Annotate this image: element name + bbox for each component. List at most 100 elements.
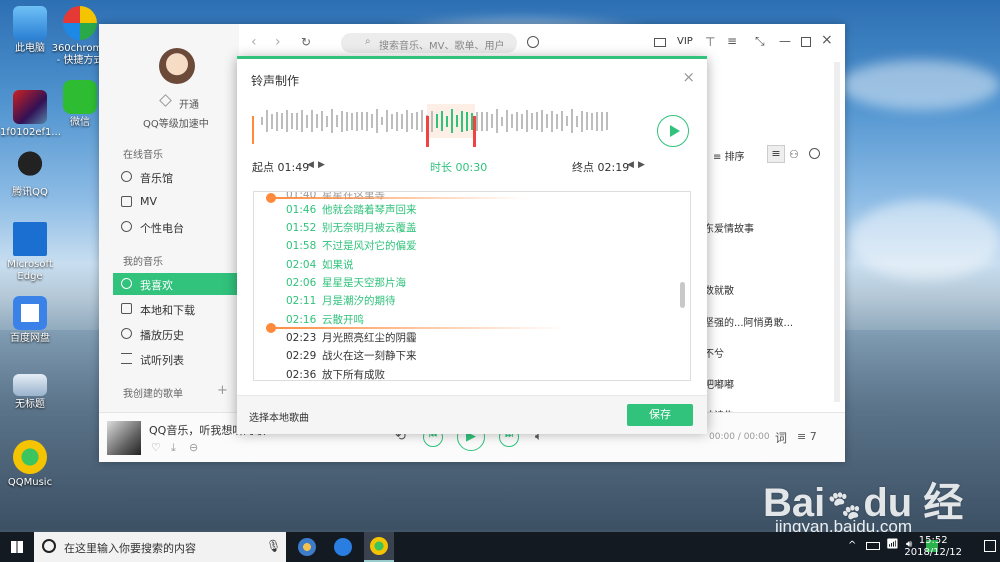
avatar[interactable] <box>159 48 195 84</box>
qqmusic-icon <box>13 440 47 474</box>
start-marker[interactable] <box>426 116 429 147</box>
end-next-icon[interactable]: ▶ <box>638 160 645 170</box>
album-view-icon[interactable] <box>809 148 820 159</box>
menu-icon[interactable]: ≡ <box>727 34 737 48</box>
maximize-icon[interactable] <box>801 37 811 47</box>
more-icon[interactable]: ⊖ <box>189 441 198 454</box>
waveform-bar <box>391 113 393 129</box>
sidebar-item-trial-list[interactable]: 试听列表 <box>113 348 239 370</box>
end-prev-icon[interactable]: ◀ <box>627 160 634 170</box>
skin-icon[interactable]: ⊤ <box>705 35 715 49</box>
sidebar-item-mv[interactable]: MV <box>113 191 239 213</box>
list-item[interactable]: 不兮 <box>704 345 724 360</box>
preview-play-button[interactable] <box>657 115 689 147</box>
start-lyric-pin[interactable] <box>266 193 526 203</box>
search-input[interactable]: 搜索音乐、MV、歌单、用户 <box>379 37 504 52</box>
notification-icon[interactable] <box>984 540 996 552</box>
waveform-bar <box>351 112 353 130</box>
waveform-bar <box>546 114 548 128</box>
end-marker[interactable] <box>473 116 476 147</box>
minimize-icon[interactable]: — <box>779 34 791 48</box>
sidebar-item-radio[interactable]: 个性电台 <box>113 216 239 238</box>
mail-icon[interactable] <box>654 38 666 47</box>
mini-mode-icon[interactable]: ⤡ <box>755 34 765 49</box>
start-windows-icon[interactable] <box>11 541 23 553</box>
choose-local-song-link[interactable]: 选择本地歌曲 <box>249 409 309 424</box>
album-cover[interactable] <box>107 421 141 455</box>
waveform-bar <box>311 110 313 132</box>
start-next-icon[interactable]: ▶ <box>318 160 325 170</box>
vip-link[interactable]: VIP <box>677 36 693 47</box>
edge-icon <box>13 222 47 256</box>
lyric-line[interactable]: 02:11 月是潮汐的期待 <box>286 293 396 308</box>
list-item[interactable]: 东爱情故事 <box>704 220 754 235</box>
lyric-line[interactable]: 02:06 星星是天空那片海 <box>286 275 406 290</box>
desktop-icon-qqmusic[interactable]: QQMusic <box>0 440 60 489</box>
download-icon[interactable]: ⤓ <box>171 441 176 455</box>
waveform-bar <box>396 111 398 131</box>
lyrics-list[interactable]: 01:40 星星在这里等 01:46 他就会踏着琴声回来 01:52 别无奈明月被云覆… <box>253 191 691 381</box>
lyric-line[interactable]: 01:52 别无奈明月被云覆盖 <box>286 220 417 235</box>
list-item[interactable]: 数就散 <box>704 282 734 297</box>
waveform-bar <box>381 117 383 125</box>
desktop-icon-edge[interactable]: Microsoft Edge <box>0 222 60 283</box>
lyric-line[interactable]: 01:46 他就会踏着琴声回来 <box>286 202 417 217</box>
waveform-bar <box>316 114 318 128</box>
refresh-icon[interactable]: ↻ <box>301 35 311 49</box>
list-item[interactable]: 吧嘟嘟 <box>704 376 734 391</box>
taskbar-search[interactable]: 在这里输入你要搜索的内容 🎙︎ <box>34 532 286 562</box>
back-icon[interactable]: ‹ <box>251 34 257 50</box>
show-hidden-icons[interactable]: ^ <box>848 540 856 551</box>
sidebar-item-favorites[interactable]: 我喜欢 <box>113 273 239 295</box>
artist-view-icon[interactable]: ⚇ <box>789 148 799 161</box>
open-vip-link[interactable]: 开通 <box>179 96 199 111</box>
taskbar-search-input[interactable]: 在这里输入你要搜索的内容 <box>64 540 196 556</box>
waveform[interactable] <box>251 104 671 158</box>
sidebar-item-music-hall[interactable]: 音乐馆 <box>113 166 239 188</box>
lyric-line[interactable]: 02:23 月光照亮红尘的阴霾 <box>286 330 417 345</box>
lyric-line[interactable]: 02:16 云散开鸣 <box>286 312 364 327</box>
list-view-icon[interactable]: ≡ <box>767 145 785 163</box>
sidebar-item-history[interactable]: 播放历史 <box>113 323 239 345</box>
playlist-icon[interactable]: ≡ 7 <box>797 430 817 443</box>
waveform-bar <box>476 111 478 131</box>
add-playlist-icon[interactable]: + <box>217 383 228 398</box>
recognize-icon[interactable] <box>527 36 539 48</box>
save-button[interactable]: 保存 <box>627 404 693 426</box>
waveform-bar <box>481 111 483 131</box>
waveform-bar <box>446 115 448 127</box>
close-icon[interactable]: × <box>821 32 833 48</box>
battery-icon[interactable] <box>866 542 880 550</box>
search-box[interactable]: ⌕ 搜索音乐、MV、歌单、用户 <box>341 33 517 53</box>
waveform-bar <box>551 110 553 132</box>
forward-icon[interactable]: › <box>275 34 281 50</box>
desktop-icon-qq[interactable]: 腾讯QQ <box>0 150 60 199</box>
end-lyric-pin[interactable] <box>266 323 566 333</box>
waveform-bar <box>371 114 373 128</box>
lyric-line[interactable]: 02:29 战火在这一刻静下来 <box>286 348 417 363</box>
waveform-bar <box>556 113 558 129</box>
section-online-music: 在线音乐 <box>123 150 163 161</box>
lyric-line[interactable]: 02:04 如果说 <box>286 257 354 272</box>
like-icon[interactable]: ♡ <box>151 441 161 454</box>
scrollbar-track[interactable] <box>834 62 840 402</box>
waveform-bar <box>566 116 568 126</box>
sort-button[interactable]: ≡ 排序 <box>713 148 745 163</box>
sidebar-item-local-download[interactable]: 本地和下载 <box>113 298 239 320</box>
network-icon[interactable]: 📶︎ <box>886 539 899 550</box>
lyrics-toggle[interactable]: 词 <box>775 429 787 446</box>
lyrics-scrollbar[interactable] <box>680 282 685 308</box>
lyric-line[interactable]: 01:58 不过是风对它的偏爱 <box>286 238 417 253</box>
desktop-icon-untitled[interactable]: 无标题 <box>0 374 60 411</box>
dialog-close-icon[interactable]: × <box>682 68 695 86</box>
start-prev-icon[interactable]: ◀ <box>307 160 314 170</box>
desktop-icon-baidu-netdisk[interactable]: 百度网盘 <box>0 296 60 345</box>
waveform-bar <box>606 112 608 130</box>
taskbar-app-qqmusic-icon[interactable] <box>364 532 394 562</box>
list-item[interactable]: 坚强的...阿悄勇敢... <box>704 314 793 329</box>
taskbar-app-paint-icon[interactable] <box>298 538 316 556</box>
clock[interactable]: 15:52 2018/12/12 <box>904 535 962 559</box>
microphone-icon[interactable]: 🎙︎ <box>266 539 281 553</box>
lyric-line[interactable]: 02:36 放下所有成败 <box>286 367 385 380</box>
taskbar-app-edge-icon[interactable] <box>334 538 352 556</box>
